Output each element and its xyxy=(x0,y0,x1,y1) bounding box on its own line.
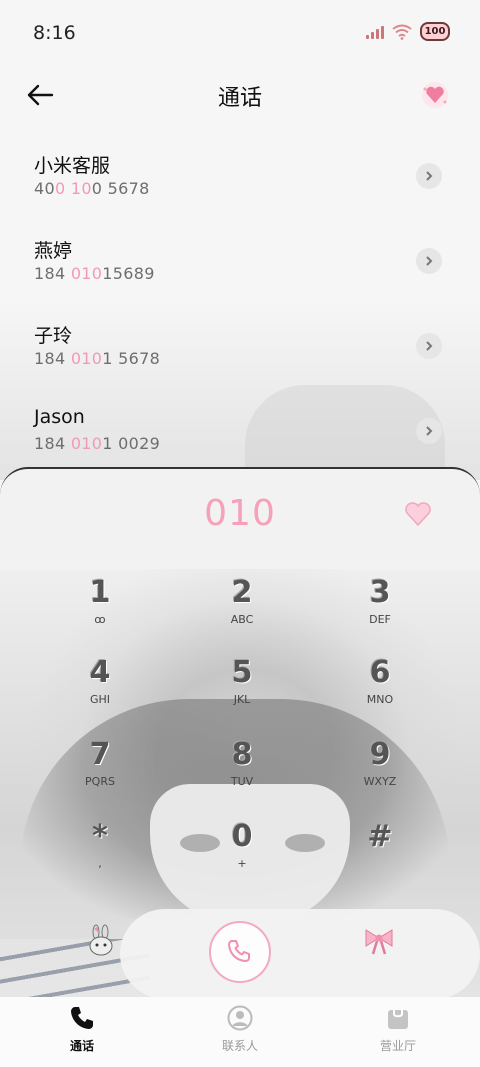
bag-icon xyxy=(388,1010,408,1029)
bunny-sticker-icon[interactable] xyxy=(84,924,118,958)
key-2[interactable]: 2 ABC xyxy=(187,575,297,645)
nav-label: 营业厅 xyxy=(379,1039,416,1053)
key-4[interactable]: 4 GHI xyxy=(45,655,155,725)
phone-icon xyxy=(71,1007,93,1029)
status-bar: 8:16 100 xyxy=(0,0,480,66)
chevron-right-icon[interactable] xyxy=(416,418,442,444)
contact-number: 400 100 5678 xyxy=(34,179,150,198)
call-button[interactable] xyxy=(209,921,271,983)
nav-tab-service-hall[interactable]: 营业厅 xyxy=(338,1003,458,1054)
nav-label: 联系人 xyxy=(221,1039,258,1053)
key-6[interactable]: 6 MNO xyxy=(325,655,435,725)
status-icons: 100 xyxy=(366,22,450,41)
key-1[interactable]: 1ꝏ xyxy=(45,575,155,645)
signal-icon xyxy=(366,25,384,39)
contact-number: 184 0101 5678 xyxy=(34,349,161,368)
nav-tab-contacts[interactable]: 联系人 xyxy=(180,1003,300,1054)
chevron-right-icon[interactable] xyxy=(416,248,442,274)
contact-row[interactable]: 子玲 184 0101 5678 xyxy=(0,310,480,395)
key-3[interactable]: 3 DEF xyxy=(325,575,435,645)
nav-tab-calls[interactable]: 通话 xyxy=(22,1003,142,1054)
battery-icon: 100 xyxy=(420,22,450,41)
key-hash[interactable]: # xyxy=(325,819,435,889)
contact-row[interactable]: 燕婷 184 01015689 xyxy=(0,225,480,310)
app-header: 通话 xyxy=(0,66,480,126)
contact-name: Jason xyxy=(34,406,85,428)
contact-name: 燕婷 xyxy=(34,240,73,262)
contact-row[interactable]: 小米客服 400 100 5678 xyxy=(0,140,480,225)
key-9[interactable]: 9 WXYZ xyxy=(325,737,435,807)
nav-label: 通话 xyxy=(69,1039,94,1053)
key-0[interactable]: 0 + xyxy=(187,819,297,889)
status-time: 8:16 xyxy=(33,22,76,44)
person-icon xyxy=(227,1005,253,1031)
key-star[interactable]: *, xyxy=(45,819,155,889)
heart-icon[interactable] xyxy=(404,501,432,527)
voicemail-icon: ꝏ xyxy=(94,613,106,626)
bow-sticker-icon[interactable] xyxy=(362,924,396,958)
chevron-right-icon[interactable] xyxy=(416,163,442,189)
key-7[interactable]: 7 PQRS xyxy=(45,737,155,807)
bottom-nav: 通话 联系人 营业厅 xyxy=(0,997,480,1067)
heart-sticker-icon[interactable] xyxy=(420,80,450,110)
dialpad-panel: 010 1ꝏ 2 ABC 3 DEF 4 GHI 5 JKL 6 MNO 7 PQRS 8T… xyxy=(0,467,480,999)
contact-number: 184 0101 0029 xyxy=(34,434,161,453)
phone-call-icon xyxy=(228,940,250,962)
contact-name: 小米客服 xyxy=(34,155,111,177)
contact-number: 184 01015689 xyxy=(34,264,155,283)
key-8[interactable]: 8 TUV xyxy=(187,737,297,807)
key-5[interactable]: 5 JKL xyxy=(187,655,297,725)
photo-arm xyxy=(120,909,480,999)
chevron-right-icon[interactable] xyxy=(416,333,442,359)
wifi-icon xyxy=(392,24,412,40)
contact-suggestion-list: 小米客服 400 100 5678 燕婷 184 01015689 子玲 184… xyxy=(0,140,480,480)
contact-name: 子玲 xyxy=(34,325,73,347)
page-title: 通话 xyxy=(217,86,262,111)
